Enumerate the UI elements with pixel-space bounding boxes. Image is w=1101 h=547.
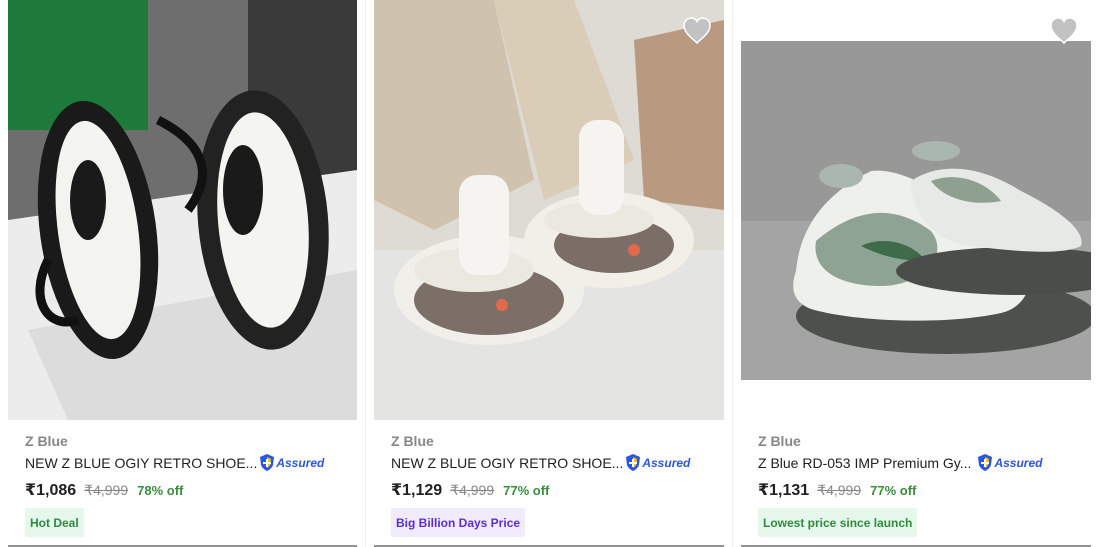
discount-percent: 77% off [503, 483, 550, 498]
product-title[interactable]: NEW Z BLUE OGIY RETRO SHOE... [391, 455, 623, 471]
wishlist-button[interactable] [1049, 16, 1079, 44]
grey-green-sneaker-image [741, 41, 1091, 380]
selling-price: ₹1,086 [25, 482, 77, 499]
product-brand: Z Blue [758, 433, 801, 449]
selling-price: ₹1,131 [758, 482, 810, 499]
column-divider [365, 0, 366, 547]
original-price: ₹4,999 [817, 482, 862, 498]
heart-icon [1050, 17, 1078, 44]
wishlist-button[interactable] [682, 16, 712, 44]
assured-badge: Assured [625, 453, 690, 472]
assured-label: Assured [994, 455, 1043, 470]
discount-percent: 77% off [870, 483, 917, 498]
assured-badge: Assured [259, 453, 324, 472]
product-title-row: NEW Z BLUE OGIY RETRO SHOE... Assured [391, 453, 690, 472]
assured-label: Assured [276, 455, 325, 470]
product-title[interactable]: NEW Z BLUE OGIY RETRO SHOE... [25, 455, 257, 471]
offer-tag: Lowest price since launch [758, 508, 918, 537]
shield-icon [260, 454, 275, 471]
offer-tag: Hot Deal [25, 508, 84, 537]
original-price: ₹4,999 [450, 482, 495, 498]
product-card[interactable]: Z Blue NEW Z BLUE OGIY RETRO SHOE... Ass… [374, 0, 724, 547]
offer-tag: Big Billion Days Price [391, 508, 526, 537]
product-brand: Z Blue [391, 433, 434, 449]
product-title[interactable]: Z Blue RD-053 IMP Premium Gy... [758, 455, 971, 471]
heart-icon [683, 17, 711, 44]
grey-cream-sneaker-image [374, 0, 724, 420]
product-card[interactable]: Z Blue NEW Z BLUE OGIY RETRO SHOE... Ass… [8, 0, 357, 547]
shield-icon [978, 454, 993, 471]
product-title-row: NEW Z BLUE OGIY RETRO SHOE... Assured [25, 453, 324, 472]
black-white-sneaker-image [8, 0, 357, 420]
product-image[interactable] [374, 0, 724, 420]
product-image[interactable] [8, 0, 357, 420]
product-title-row: Z Blue RD-053 IMP Premium Gy... Assured [758, 453, 1042, 472]
product-brand: Z Blue [25, 433, 68, 449]
price-row: ₹1,131 ₹4,999 77% off [758, 480, 916, 500]
product-card[interactable]: Z Blue Z Blue RD-053 IMP Premium Gy... A… [741, 0, 1091, 547]
price-row: ₹1,129 ₹4,999 77% off [391, 480, 549, 500]
product-image[interactable] [741, 41, 1091, 380]
column-divider [732, 0, 733, 547]
selling-price: ₹1,129 [391, 482, 443, 499]
price-row: ₹1,086 ₹4,999 78% off [25, 480, 183, 500]
assured-badge: Assured [977, 453, 1042, 472]
discount-percent: 78% off [137, 483, 184, 498]
original-price: ₹4,999 [84, 482, 129, 498]
assured-label: Assured [642, 455, 691, 470]
shield-icon [626, 454, 641, 471]
